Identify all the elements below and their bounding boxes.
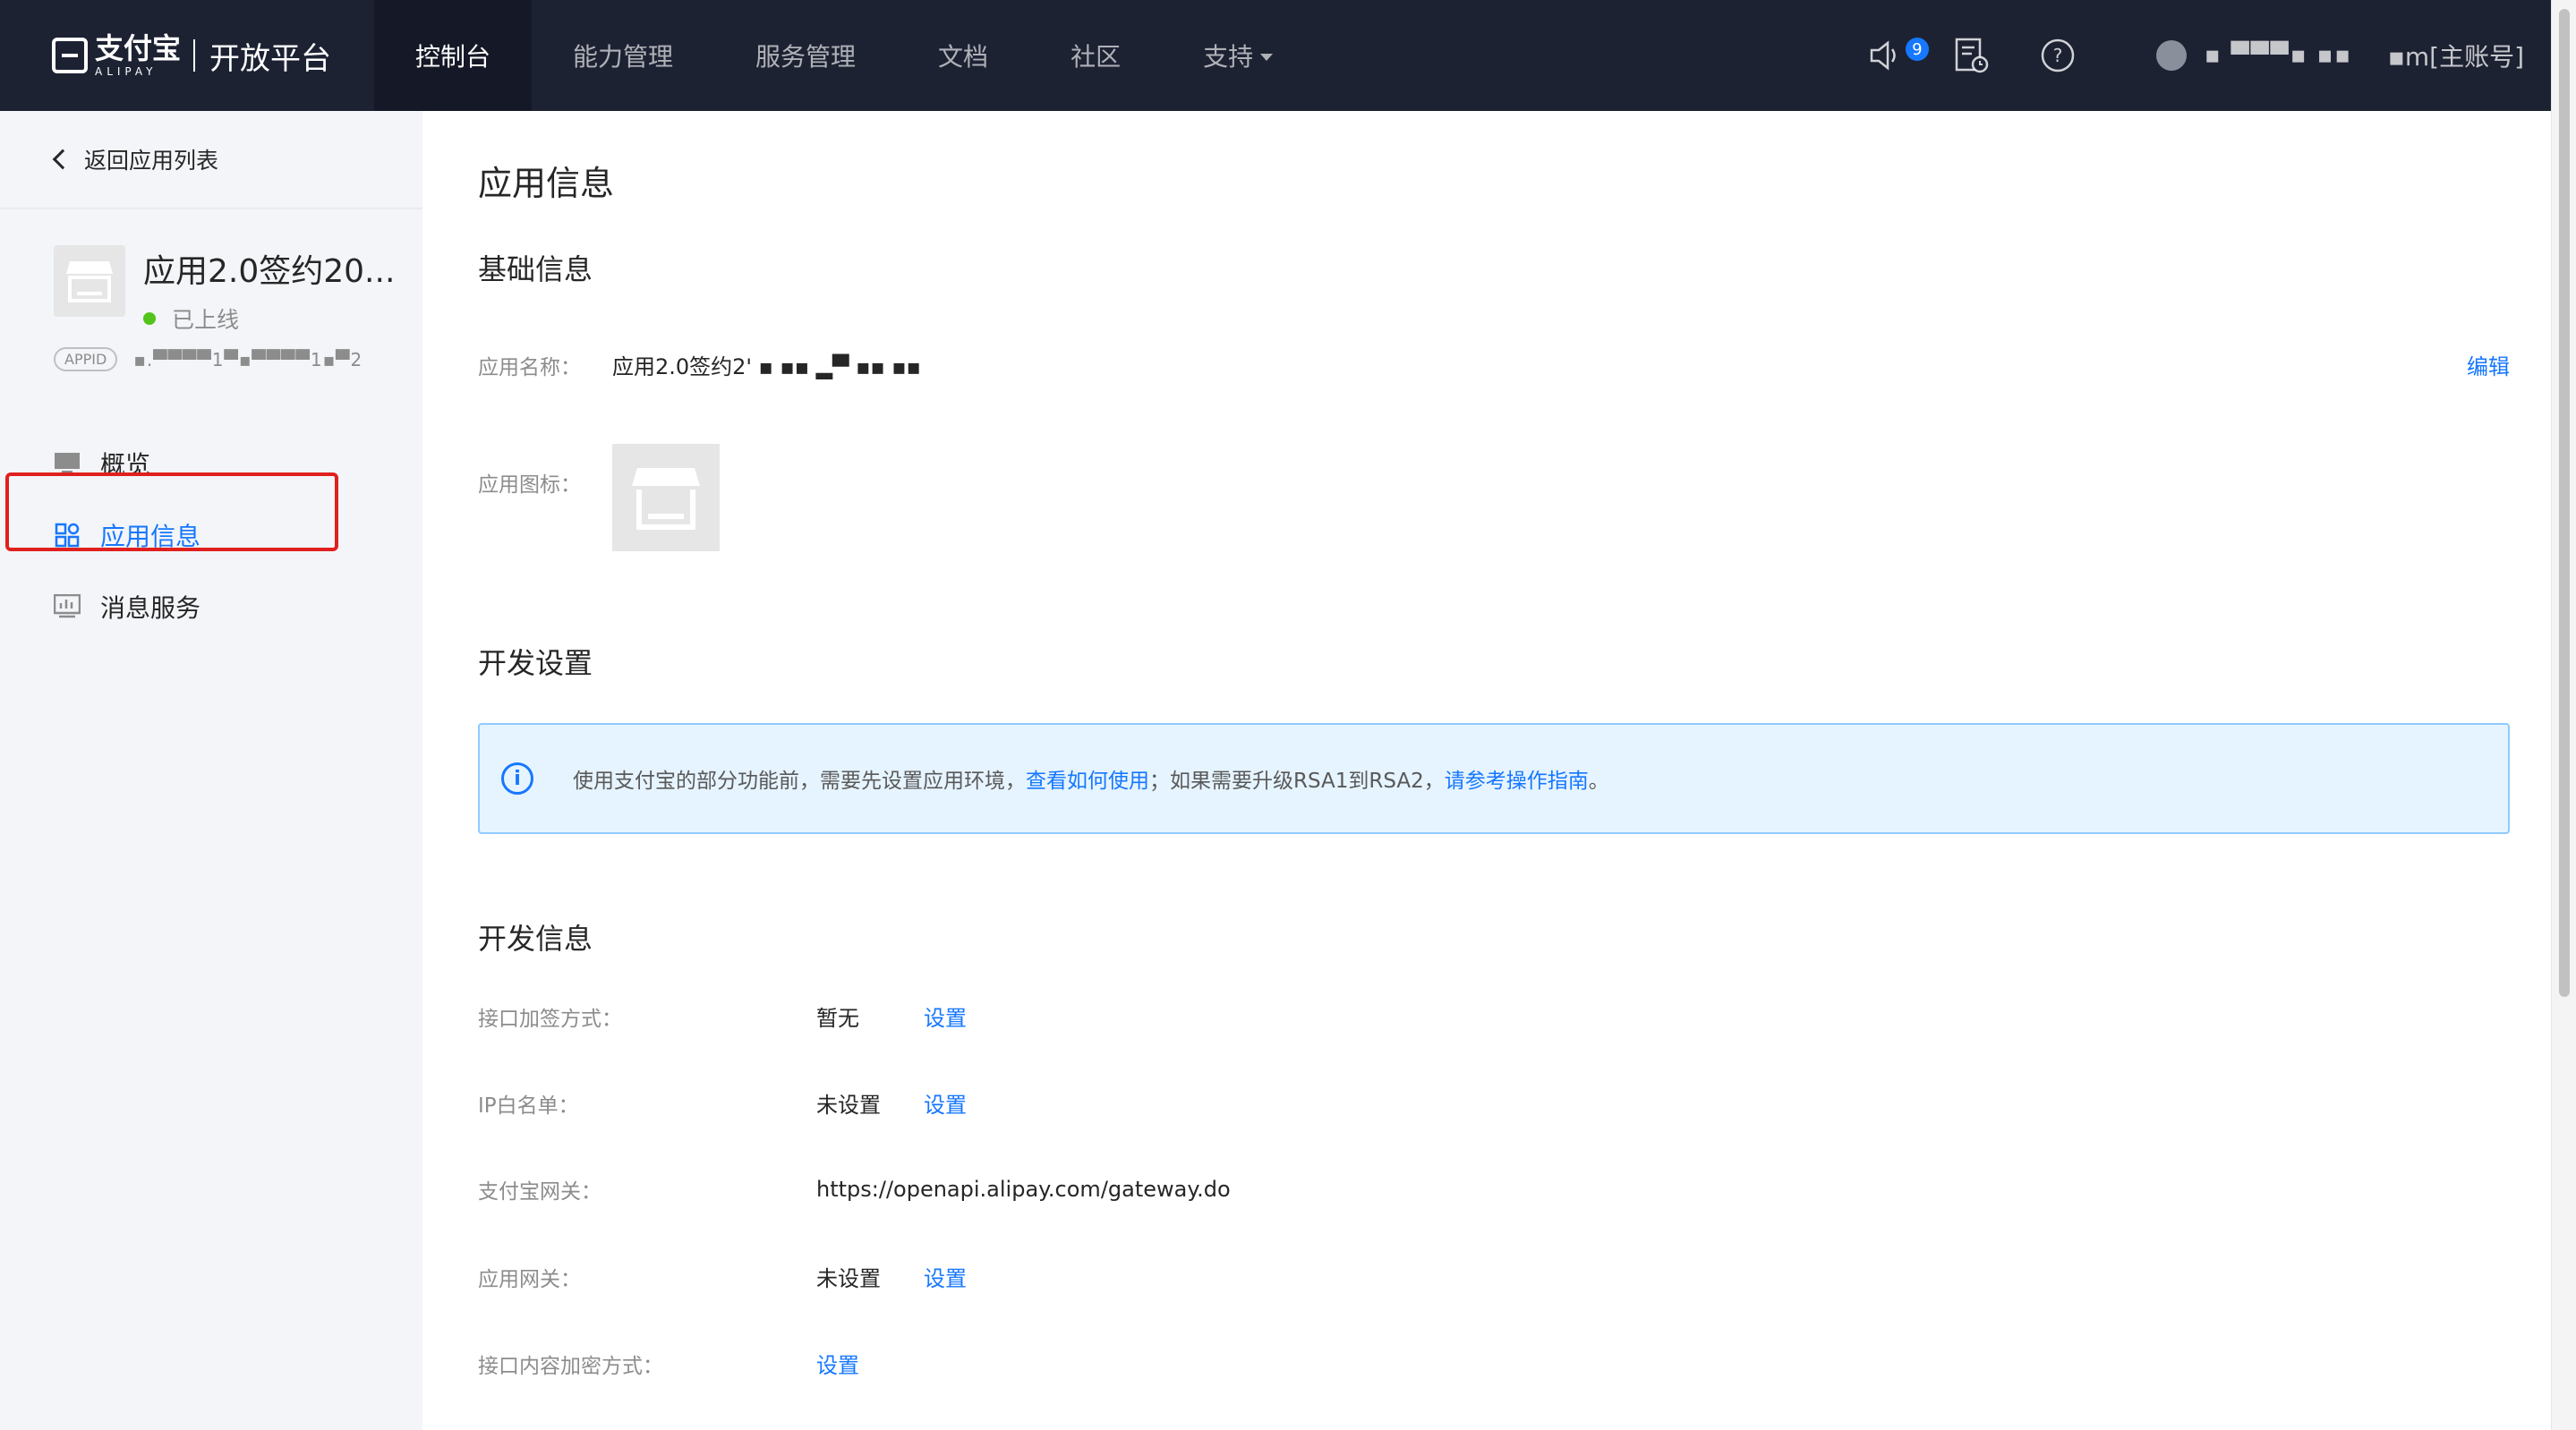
back-to-app-list-link[interactable]: 返回应用列表 — [0, 111, 422, 209]
app-icon-row: 应用图标： — [478, 444, 720, 551]
chevron-down-icon — [1260, 54, 1274, 61]
alert-text-middle: ；如果需要升级RSA1到RSA2， — [1149, 770, 1445, 793]
logo-text-en: ALIPAY — [95, 65, 158, 78]
sign-method-value: 暂无 — [816, 1006, 859, 1031]
dev-info-heading: 开发信息 — [478, 922, 593, 956]
question-circle-icon: ? — [2041, 38, 2075, 72]
appid-tag: APPID — [54, 347, 118, 371]
alipay-logo-icon — [52, 38, 88, 73]
help-button[interactable]: ? — [2040, 38, 2076, 73]
sign-method-label: 接口加签方式： — [478, 1007, 622, 1031]
content-encryption-set-button[interactable]: 设置 — [816, 1348, 859, 1379]
highlight-annotation-box — [5, 472, 338, 551]
nav-item-support[interactable]: 支持 — [1162, 0, 1314, 111]
chart-icon — [54, 593, 81, 620]
logo-divider — [193, 39, 196, 72]
ip-whitelist-label: IP白名单： — [478, 1094, 579, 1118]
nav-item-docs[interactable]: 文档 — [897, 0, 1029, 111]
app-gateway-value: 未设置 — [816, 1266, 881, 1291]
page-scrollbar[interactable] — [2551, 0, 2576, 1430]
alert-text-suffix: 。 — [1588, 770, 1609, 793]
ip-whitelist-value: 未设置 — [816, 1093, 881, 1118]
speaker-icon — [1870, 40, 1896, 71]
sidebar-item-message-service[interactable]: 消息服务 — [0, 571, 422, 643]
notification-button[interactable]: 9 — [1868, 38, 1929, 72]
app-icon-label: 应用图标： — [478, 473, 581, 497]
alipay-gateway-value: https://openapi.alipay.com/gateway.do — [816, 1177, 1231, 1202]
back-label: 返回应用列表 — [84, 148, 219, 174]
page-title: 应用信息 — [478, 164, 615, 203]
basic-info-heading: 基础信息 — [478, 252, 593, 286]
ip-whitelist-set-button[interactable]: 设置 — [924, 1087, 967, 1119]
sign-method-row: 接口加签方式： 暂无 设置 — [478, 1000, 967, 1032]
app-gateway-set-button[interactable]: 设置 — [924, 1261, 967, 1292]
sidebar: 返回应用列表 应用2.0签约20... 已上线 APPID ▪.▀▀▀▀1▀▪▀… — [0, 111, 422, 1430]
app-summary-card: 应用2.0签约20... 已上线 APPID ▪.▀▀▀▀1▀▪▀▀▀▀1▪▀2 — [0, 209, 422, 397]
operation-guide-link[interactable]: 请参考操作指南 — [1445, 770, 1589, 793]
nav-right-tools: 9 ? ▪ ▀▀▀▪ ▪▪ ▪m[主账号] — [1818, 0, 2524, 111]
app-name-value: 应用2.0签约2' ▪ ▪▪ ▂▀ ▪▪ ▪▪ — [612, 354, 921, 379]
chevron-left-icon — [52, 149, 73, 170]
alert-text-prefix: 使用支付宝的部分功能前，需要先设置应用环境， — [573, 770, 1026, 793]
nav-item-service[interactable]: 服务管理 — [714, 0, 897, 111]
main-content: 应用信息 基础信息 应用名称： 应用2.0签约2' ▪ ▪▪ ▂▀ ▪▪ ▪▪ … — [478, 111, 2510, 1378]
avatar[interactable] — [2155, 40, 2187, 71]
alipay-logo[interactable]: 支付宝 ALIPAY 开放平台 — [0, 0, 374, 111]
alipay-gateway-label: 支付宝网关： — [478, 1180, 601, 1204]
appid-row: APPID ▪.▀▀▀▀1▀▪▀▀▀▀1▪▀2 — [54, 347, 422, 371]
ip-whitelist-row: IP白名单： 未设置 设置 — [478, 1087, 967, 1119]
svg-text:?: ? — [2053, 45, 2063, 66]
app-name: 应用2.0签约20... — [143, 253, 396, 290]
nav-item-console[interactable]: 控制台 — [374, 0, 533, 111]
platform-title: 开放平台 — [209, 40, 332, 77]
edit-button[interactable]: 编辑 — [2467, 349, 2510, 380]
app-gateway-row: 应用网关： 未设置 设置 — [478, 1261, 967, 1292]
notification-badge: 9 — [1905, 38, 1929, 61]
document-clock-icon — [1955, 38, 1989, 73]
user-name[interactable]: ▪ ▀▀▀▪ ▪▪ — [2205, 42, 2352, 69]
nav-item-capability[interactable]: 能力管理 — [532, 0, 714, 111]
main-nav: 控制台 能力管理 服务管理 文档 社区 支持 — [374, 0, 1314, 111]
app-status: 已上线 — [143, 302, 395, 335]
logo-text-cn: 支付宝 — [95, 31, 182, 65]
top-navigation-bar: 支付宝 ALIPAY 开放平台 控制台 能力管理 服务管理 文档 社区 支持 9… — [0, 0, 2551, 111]
dev-settings-heading: 开发设置 — [478, 646, 593, 680]
online-status-dot — [143, 312, 156, 325]
sign-method-set-button[interactable]: 设置 — [924, 1000, 967, 1032]
info-icon: i — [501, 762, 533, 795]
scrollbar-thumb[interactable] — [2559, 9, 2570, 997]
app-store-icon-large — [612, 444, 720, 551]
app-name-row: 应用名称： 应用2.0签约2' ▪ ▪▪ ▂▀ ▪▪ ▪▪ 编辑 — [478, 349, 2510, 380]
alipay-gateway-row: 支付宝网关： https://openapi.alipay.com/gatewa… — [478, 1174, 1231, 1204]
content-encryption-row: 接口内容加密方式： 设置 — [478, 1348, 859, 1379]
task-button[interactable] — [1954, 37, 1990, 74]
dev-settings-info-alert: i 使用支付宝的部分功能前，需要先设置应用环境，查看如何使用；如果需要升级RSA… — [478, 723, 2510, 834]
app-store-icon — [54, 245, 125, 317]
content-encryption-label: 接口内容加密方式： — [478, 1354, 663, 1378]
app-gateway-label: 应用网关： — [478, 1267, 581, 1291]
app-name-label: 应用名称： — [478, 355, 581, 379]
how-to-use-link[interactable]: 查看如何使用 — [1026, 770, 1149, 793]
account-type[interactable]: ▪m[主账号] — [2388, 38, 2524, 73]
nav-item-community[interactable]: 社区 — [1029, 0, 1162, 111]
appid-value: ▪.▀▀▀▀1▀▪▀▀▀▀1▪▀2 — [133, 348, 363, 370]
